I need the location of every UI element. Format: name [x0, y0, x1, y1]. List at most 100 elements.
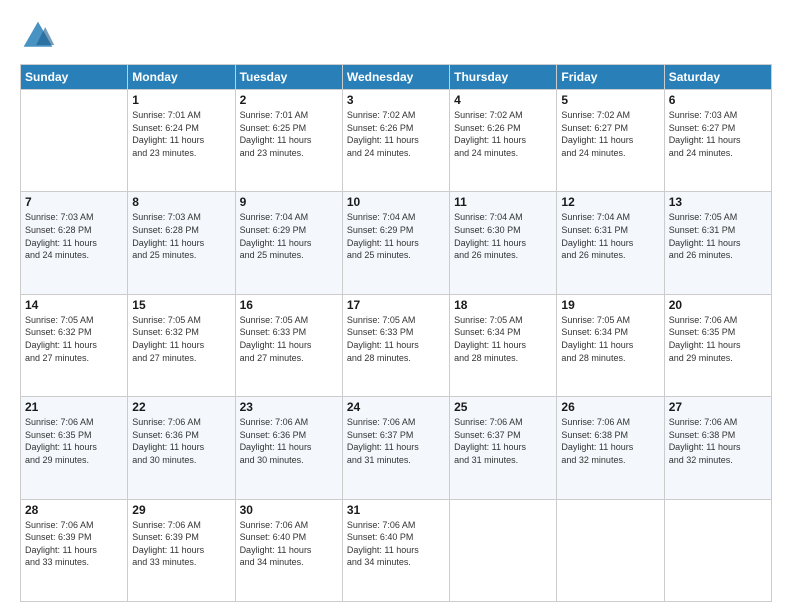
day-cell: 6Sunrise: 7:03 AM Sunset: 6:27 PM Daylig… — [664, 90, 771, 192]
day-info: Sunrise: 7:02 AM Sunset: 6:26 PM Dayligh… — [347, 109, 445, 159]
day-number: 16 — [240, 298, 338, 312]
calendar-header: SundayMondayTuesdayWednesdayThursdayFrid… — [21, 65, 772, 90]
day-info: Sunrise: 7:04 AM Sunset: 6:30 PM Dayligh… — [454, 211, 552, 261]
day-number: 26 — [561, 400, 659, 414]
day-cell: 20 Sunrise: 7:06 AM Sunset: 6:35 PM Dayli… — [664, 294, 771, 396]
day-cell: 9Sunrise: 7:04 AM Sunset: 6:29 PM Daylig… — [235, 192, 342, 294]
day-number: 9 — [240, 195, 338, 209]
day-number: 13 — [669, 195, 767, 209]
week-row-1: 1 Sunrise: 7:01 AM Sunset: 6:24 PM Daylig… — [21, 90, 772, 192]
day-cell: 31 Sunrise: 7:06 AM Sunset: 6:40 PM Dayli… — [342, 499, 449, 601]
day-cell: 1 Sunrise: 7:01 AM Sunset: 6:24 PM Daylig… — [128, 90, 235, 192]
day-cell: 26 Sunrise: 7:06 AM Sunset: 6:38 PM Dayli… — [557, 397, 664, 499]
day-info: Sunrise: 7:06 AM Sunset: 6:40 PM Dayligh… — [240, 519, 338, 569]
day-info: Sunrise: 7:03 AM Sunset: 6:27 PM Dayligh… — [669, 109, 767, 159]
day-number: 17 — [347, 298, 445, 312]
day-info: Sunrise: 7:06 AM Sunset: 6:37 PM Dayligh… — [454, 416, 552, 466]
day-cell: 14 Sunrise: 7:05 AM Sunset: 6:32 PM Dayli… — [21, 294, 128, 396]
day-info: Sunrise: 7:06 AM Sunset: 6:36 PM Dayligh… — [240, 416, 338, 466]
week-row-5: 28 Sunrise: 7:06 AM Sunset: 6:39 PM Dayli… — [21, 499, 772, 601]
day-info: Sunrise: 7:06 AM Sunset: 6:40 PM Dayligh… — [347, 519, 445, 569]
day-number: 31 — [347, 503, 445, 517]
day-cell: 17 Sunrise: 7:05 AM Sunset: 6:33 PM Dayli… — [342, 294, 449, 396]
day-cell: 19 Sunrise: 7:05 AM Sunset: 6:34 PM Dayli… — [557, 294, 664, 396]
week-row-3: 14 Sunrise: 7:05 AM Sunset: 6:32 PM Dayli… — [21, 294, 772, 396]
day-cell: 23Sunrise: 7:06 AM Sunset: 6:36 PM Dayli… — [235, 397, 342, 499]
day-cell: 12Sunrise: 7:04 AM Sunset: 6:31 PM Dayli… — [557, 192, 664, 294]
day-number: 29 — [132, 503, 230, 517]
column-header-wednesday: Wednesday — [342, 65, 449, 90]
day-number: 2 — [240, 93, 338, 107]
day-info: Sunrise: 7:04 AM Sunset: 6:29 PM Dayligh… — [347, 211, 445, 261]
day-cell: 8 Sunrise: 7:03 AM Sunset: 6:28 PM Daylig… — [128, 192, 235, 294]
logo-icon — [20, 18, 56, 54]
day-info: Sunrise: 7:05 AM Sunset: 6:34 PM Dayligh… — [561, 314, 659, 364]
day-cell: 27 Sunrise: 7:06 AM Sunset: 6:38 PM Dayli… — [664, 397, 771, 499]
column-header-tuesday: Tuesday — [235, 65, 342, 90]
header — [20, 18, 772, 54]
day-info: Sunrise: 7:05 AM Sunset: 6:32 PM Dayligh… — [25, 314, 123, 364]
day-cell: 18 Sunrise: 7:05 AM Sunset: 6:34 PM Dayli… — [450, 294, 557, 396]
day-cell: 11 Sunrise: 7:04 AM Sunset: 6:30 PM Dayli… — [450, 192, 557, 294]
column-header-friday: Friday — [557, 65, 664, 90]
week-row-4: 21 Sunrise: 7:06 AM Sunset: 6:35 PM Dayli… — [21, 397, 772, 499]
day-info: Sunrise: 7:01 AM Sunset: 6:25 PM Dayligh… — [240, 109, 338, 159]
day-info: Sunrise: 7:06 AM Sunset: 6:37 PM Dayligh… — [347, 416, 445, 466]
day-info: Sunrise: 7:05 AM Sunset: 6:33 PM Dayligh… — [347, 314, 445, 364]
day-info: Sunrise: 7:06 AM Sunset: 6:36 PM Dayligh… — [132, 416, 230, 466]
day-number: 20 — [669, 298, 767, 312]
day-cell: 7Sunrise: 7:03 AM Sunset: 6:28 PM Daylig… — [21, 192, 128, 294]
day-info: Sunrise: 7:05 AM Sunset: 6:31 PM Dayligh… — [669, 211, 767, 261]
day-number: 3 — [347, 93, 445, 107]
day-cell: 24 Sunrise: 7:06 AM Sunset: 6:37 PM Dayli… — [342, 397, 449, 499]
day-info: Sunrise: 7:03 AM Sunset: 6:28 PM Dayligh… — [132, 211, 230, 261]
day-info: Sunrise: 7:06 AM Sunset: 6:39 PM Dayligh… — [132, 519, 230, 569]
day-info: Sunrise: 7:06 AM Sunset: 6:39 PM Dayligh… — [25, 519, 123, 569]
logo — [20, 18, 60, 54]
day-number: 18 — [454, 298, 552, 312]
page: SundayMondayTuesdayWednesdayThursdayFrid… — [0, 0, 792, 612]
day-cell: 2 Sunrise: 7:01 AM Sunset: 6:25 PM Daylig… — [235, 90, 342, 192]
day-number: 21 — [25, 400, 123, 414]
day-cell: 16 Sunrise: 7:05 AM Sunset: 6:33 PM Dayli… — [235, 294, 342, 396]
day-cell: 22Sunrise: 7:06 AM Sunset: 6:36 PM Dayli… — [128, 397, 235, 499]
day-cell — [557, 499, 664, 601]
day-number: 11 — [454, 195, 552, 209]
day-number: 24 — [347, 400, 445, 414]
day-number: 14 — [25, 298, 123, 312]
day-cell — [664, 499, 771, 601]
day-cell: 10 Sunrise: 7:04 AM Sunset: 6:29 PM Dayli… — [342, 192, 449, 294]
day-number: 4 — [454, 93, 552, 107]
day-info: Sunrise: 7:05 AM Sunset: 6:32 PM Dayligh… — [132, 314, 230, 364]
day-info: Sunrise: 7:02 AM Sunset: 6:27 PM Dayligh… — [561, 109, 659, 159]
day-info: Sunrise: 7:05 AM Sunset: 6:34 PM Dayligh… — [454, 314, 552, 364]
day-info: Sunrise: 7:06 AM Sunset: 6:38 PM Dayligh… — [561, 416, 659, 466]
day-info: Sunrise: 7:06 AM Sunset: 6:38 PM Dayligh… — [669, 416, 767, 466]
day-cell: 21 Sunrise: 7:06 AM Sunset: 6:35 PM Dayli… — [21, 397, 128, 499]
day-cell: 15Sunrise: 7:05 AM Sunset: 6:32 PM Dayli… — [128, 294, 235, 396]
day-info: Sunrise: 7:02 AM Sunset: 6:26 PM Dayligh… — [454, 109, 552, 159]
calendar-body: 1 Sunrise: 7:01 AM Sunset: 6:24 PM Daylig… — [21, 90, 772, 602]
day-number: 25 — [454, 400, 552, 414]
day-cell: 28 Sunrise: 7:06 AM Sunset: 6:39 PM Dayli… — [21, 499, 128, 601]
week-row-2: 7Sunrise: 7:03 AM Sunset: 6:28 PM Daylig… — [21, 192, 772, 294]
day-cell — [21, 90, 128, 192]
day-number: 1 — [132, 93, 230, 107]
day-number: 28 — [25, 503, 123, 517]
day-number: 8 — [132, 195, 230, 209]
day-info: Sunrise: 7:06 AM Sunset: 6:35 PM Dayligh… — [669, 314, 767, 364]
day-info: Sunrise: 7:05 AM Sunset: 6:33 PM Dayligh… — [240, 314, 338, 364]
day-number: 5 — [561, 93, 659, 107]
day-number: 10 — [347, 195, 445, 209]
day-info: Sunrise: 7:04 AM Sunset: 6:31 PM Dayligh… — [561, 211, 659, 261]
day-cell: 5 Sunrise: 7:02 AM Sunset: 6:27 PM Daylig… — [557, 90, 664, 192]
header-row: SundayMondayTuesdayWednesdayThursdayFrid… — [21, 65, 772, 90]
calendar-table: SundayMondayTuesdayWednesdayThursdayFrid… — [20, 64, 772, 602]
day-number: 27 — [669, 400, 767, 414]
column-header-saturday: Saturday — [664, 65, 771, 90]
day-info: Sunrise: 7:06 AM Sunset: 6:35 PM Dayligh… — [25, 416, 123, 466]
column-header-thursday: Thursday — [450, 65, 557, 90]
day-info: Sunrise: 7:01 AM Sunset: 6:24 PM Dayligh… — [132, 109, 230, 159]
day-number: 19 — [561, 298, 659, 312]
column-header-monday: Monday — [128, 65, 235, 90]
